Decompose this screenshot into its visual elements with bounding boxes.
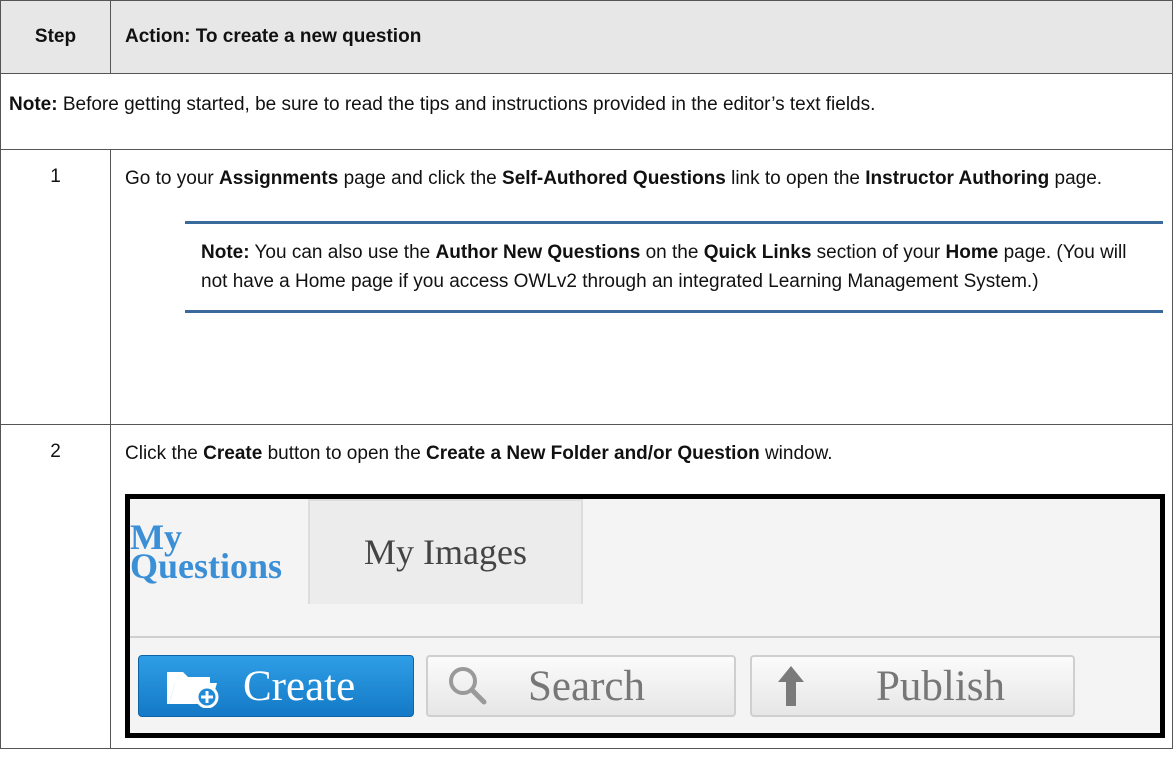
note-callout: Note: You can also use the Author New Qu… <box>185 221 1163 313</box>
term-self-authored-questions: Self-Authored Questions <box>502 168 726 189</box>
term-quick-links: Quick Links <box>703 242 812 263</box>
header-action: Action: To create a new question <box>110 0 1173 74</box>
term-create: Create <box>203 443 263 464</box>
text-span: window. <box>759 443 833 464</box>
tab-divider <box>130 636 1160 638</box>
step-action-1: Go to your Assignments page and click th… <box>110 149 1173 425</box>
step-number-1: 1 <box>0 149 111 425</box>
term-instructor-authoring: Instructor Authoring <box>865 168 1050 189</box>
step-action-2: Click the Create button to open the Crea… <box>110 424 1173 749</box>
text-span: link to open the <box>725 168 866 189</box>
note-row: Note: Before getting started, be sure to… <box>0 73 1173 150</box>
create-button[interactable]: Create <box>138 655 414 717</box>
instruction-table: Step Action: To create a new question No… <box>0 0 1173 749</box>
header-step: Step <box>0 0 111 74</box>
arrow-up-icon <box>776 664 806 708</box>
term-assignments: Assignments <box>219 168 339 189</box>
note-text: Before getting started, be sure to read … <box>57 94 876 115</box>
text-span: button to open the <box>262 443 427 464</box>
tab-my-images[interactable]: My Images <box>308 499 583 604</box>
note-label: Note: <box>9 94 58 115</box>
text-span: page and click the <box>338 168 503 189</box>
callout-label: Note: <box>201 242 250 263</box>
term-author-new-questions: Author New Questions <box>435 242 641 263</box>
tab-bar: My Questions My Images <box>130 499 1160 604</box>
term-create-folder-question: Create a New Folder and/or Question <box>426 443 760 464</box>
text-span: Go to your <box>125 168 219 189</box>
text-span: on the <box>640 242 704 263</box>
text-span: You can also use the <box>249 242 436 263</box>
tab-my-questions[interactable]: My Questions <box>130 499 305 604</box>
step-2-text: Click the Create button to open the Crea… <box>125 439 1160 468</box>
step-number-2: 2 <box>0 424 111 749</box>
text-span: Click the <box>125 443 204 464</box>
ui-screenshot: My Questions My Images Create Search Pub… <box>125 494 1165 738</box>
search-button[interactable]: Search <box>426 655 736 717</box>
create-label: Create <box>243 662 356 710</box>
publish-label: Publish <box>876 662 1006 710</box>
text-span: page. <box>1049 168 1103 189</box>
step-1-text: Go to your Assignments page and click th… <box>125 164 1160 193</box>
text-span: section of your <box>811 242 946 263</box>
search-icon <box>446 664 490 708</box>
publish-button[interactable]: Publish <box>750 655 1075 717</box>
search-label: Search <box>528 662 645 710</box>
folder-add-icon <box>165 664 223 709</box>
term-home: Home <box>945 242 999 263</box>
